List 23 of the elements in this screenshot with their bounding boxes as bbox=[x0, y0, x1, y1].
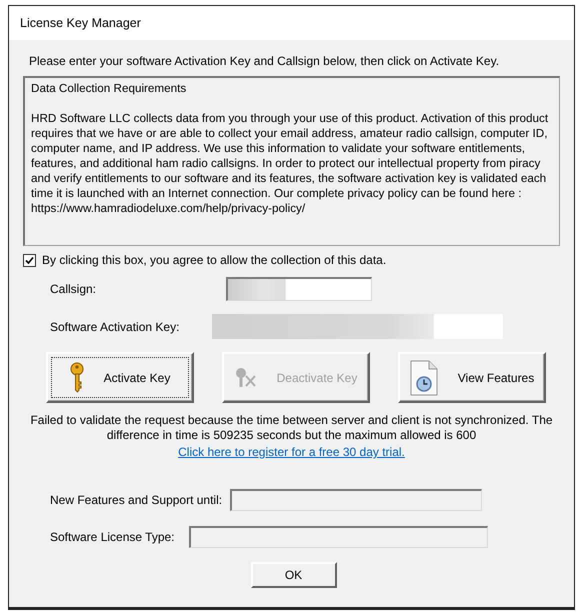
key-cross-icon bbox=[234, 366, 257, 388]
activate-key-button[interactable]: Activate Key bbox=[46, 352, 194, 403]
activation-key-label: Software Activation Key: bbox=[50, 320, 180, 334]
license-type-field[interactable] bbox=[188, 526, 488, 548]
callsign-label: Callsign: bbox=[50, 282, 96, 296]
license-type-label: Software License Type: bbox=[50, 530, 175, 544]
trial-registration-link[interactable]: Click here to register for a free 30 day trial. bbox=[178, 445, 405, 459]
key-icon bbox=[70, 362, 84, 394]
activation-key-field[interactable] bbox=[212, 314, 504, 339]
callsign-field[interactable] bbox=[226, 277, 372, 301]
instruction-text: Please enter your software Activation Key and Callsign below, then click on Activate Key. bbox=[29, 54, 500, 68]
error-message: Failed to validate the request because the time between server and client is not synchronized. The difference in time is 509235 seconds but the maximum allowed is 600 bbox=[29, 413, 554, 443]
consent-checkbox[interactable] bbox=[23, 254, 36, 266]
document-clock-icon bbox=[410, 360, 438, 396]
privacy-policy-url: https://www.hamradiodeluxe.com/help/privacy-policy/ bbox=[31, 201, 306, 216]
support-until-field[interactable] bbox=[230, 489, 482, 511]
window-title: License Key Manager bbox=[20, 16, 141, 30]
notice-body: HRD Software LLC collects data from you through your use of this product. Activation of this product requires that we have or are able to collect your email address, amateur radio callsign, computer ID, computer name, and IP address. We use this information to validate your software entitlements, features, and additional ham radio callsigns. In order to protect our intellectual property from piracy and verify entitlements to our software and its features, the software activation key is validated each time it is launched with an Internet connection. Our complete privacy policy can be found here : bbox=[31, 111, 550, 201]
ok-button[interactable]: OK bbox=[250, 562, 336, 588]
view-features-button[interactable]: View Features bbox=[398, 352, 546, 403]
consent-label: By clicking this box, you agree to allow the collection of this data. bbox=[42, 253, 386, 267]
notice-heading: Data Collection Requirements bbox=[31, 81, 188, 96]
support-until-label: New Features and Support until: bbox=[50, 493, 222, 507]
